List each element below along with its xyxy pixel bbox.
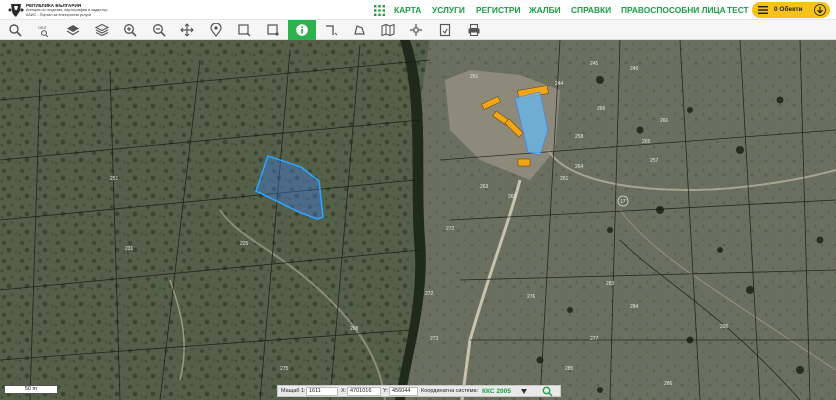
parcel-label: 225 xyxy=(240,241,249,247)
arrow-down-circle-icon xyxy=(814,4,826,16)
parcel-label: 251 xyxy=(470,74,479,80)
parcel-label: 257 xyxy=(650,158,659,164)
parcel-label: 262 xyxy=(508,194,517,200)
app-header: РЕПУБЛИКА БЪЛГАРИЯ Агенция по геодезия, … xyxy=(0,0,836,20)
zoom-in-icon xyxy=(124,24,137,37)
tool-export[interactable] xyxy=(431,20,459,40)
parcel-label: 208 xyxy=(350,326,359,332)
place-marker-icon xyxy=(210,23,222,37)
coordinate-system-select[interactable]: ККС 2005 xyxy=(482,386,511,397)
chevron-down-icon[interactable] xyxy=(521,389,527,394)
satellite-imagery: 245 246 244 251 266 260 258 265 257 264 … xyxy=(0,40,836,400)
coordinate-bar: Мащаб 1: 1611 X: 4701016 Y: 456044 Коорд… xyxy=(277,385,561,397)
tool-layers[interactable] xyxy=(59,20,87,40)
search-icon xyxy=(9,24,22,37)
parcel-label: 275 xyxy=(280,366,289,372)
tool-measure-area[interactable] xyxy=(345,20,373,40)
parcel-label: 245 xyxy=(590,61,599,67)
crosshair-icon xyxy=(410,24,422,36)
objects-count: 0 Обекти xyxy=(774,6,803,13)
nav-test[interactable]: ТЕСТ xyxy=(727,0,749,20)
base-layers-icon xyxy=(95,23,109,37)
map-toolbar: ОБЛ xyxy=(0,20,836,40)
select-polygon-icon xyxy=(267,24,279,36)
tool-base-layers[interactable] xyxy=(88,20,116,40)
parcel-label: 272 xyxy=(425,291,434,297)
scale-label: Мащаб 1: xyxy=(281,388,306,394)
parcel-label: 231 xyxy=(125,246,134,252)
pan-icon xyxy=(180,23,194,37)
parcel-label: 286 xyxy=(664,381,673,387)
x-coordinate-field[interactable]: 4701016 xyxy=(347,387,381,396)
coat-of-arms-icon xyxy=(8,4,24,17)
parcel-label: 244 xyxy=(555,81,564,87)
parcel-label: 263 xyxy=(480,184,489,190)
map-compare-icon xyxy=(381,23,395,37)
scale-bar-label: 50 m xyxy=(24,386,38,392)
svg-text:ОБЛ: ОБЛ xyxy=(38,25,47,30)
tool-select-rectangle[interactable] xyxy=(230,20,258,40)
zoom-out-icon xyxy=(153,24,166,37)
tool-zoom-out[interactable] xyxy=(145,20,173,40)
nav-map[interactable]: КАРТА xyxy=(394,0,421,20)
tool-select-polygon[interactable] xyxy=(259,20,287,40)
info-icon xyxy=(296,24,308,36)
y-coordinate-field[interactable]: 456044 xyxy=(389,387,418,396)
print-icon xyxy=(468,23,480,36)
tool-measure-distance[interactable] xyxy=(317,20,345,40)
y-label: Y: xyxy=(383,388,388,394)
parcel-label: 284 xyxy=(630,304,639,310)
parcel-label: 272 xyxy=(446,226,455,232)
layers-icon xyxy=(66,25,80,36)
tool-crosshair[interactable] xyxy=(402,20,430,40)
nav-complaints[interactable]: ЖАЛБИ xyxy=(529,0,561,20)
scale-bar: 50 m xyxy=(4,385,58,394)
search-icon[interactable] xyxy=(542,386,553,397)
nav-registers[interactable]: РЕГИСТРИ xyxy=(476,0,521,20)
parcel-label: 261 xyxy=(560,176,569,182)
x-label: X: xyxy=(341,388,347,394)
measure-distance-icon xyxy=(326,25,338,36)
parcel-label: 290 xyxy=(720,324,729,330)
tool-print[interactable] xyxy=(460,20,488,40)
apps-grid-icon[interactable] xyxy=(374,5,385,16)
nav-reports[interactable]: СПРАВКИ xyxy=(571,0,611,20)
parcel-label: 266 xyxy=(597,106,606,112)
nav-licensed-persons[interactable]: ПРАВОСПОСОБНИ ЛИЦА xyxy=(621,0,726,20)
nav-services[interactable]: УСЛУГИ xyxy=(432,0,465,20)
map-view[interactable]: 245 246 244 251 266 260 258 265 257 264 … xyxy=(0,40,836,400)
coordinate-system-label: Координатна система: xyxy=(421,388,479,394)
select-rectangle-icon xyxy=(238,24,251,37)
parcel-label: 277 xyxy=(590,336,599,342)
parcel-label: 273 xyxy=(430,336,439,342)
tool-pan[interactable] xyxy=(173,20,201,40)
export-icon xyxy=(439,23,451,37)
tool-zoom-to-extent[interactable]: ОБЛ xyxy=(30,20,58,40)
tool-info[interactable] xyxy=(288,20,316,40)
parcel-label: 17 xyxy=(620,199,626,205)
parcel-label: 251 xyxy=(110,176,119,182)
parcel-label: 264 xyxy=(575,164,584,170)
parcel-label: 246 xyxy=(630,66,639,72)
tool-place-marker[interactable] xyxy=(202,20,230,40)
parcel-label: 283 xyxy=(606,281,615,287)
parcel-label: 285 xyxy=(565,366,574,372)
parcel-label: 260 xyxy=(660,118,669,124)
logo-portal-name: КАИС - Портал за електронни услуги xyxy=(26,12,92,17)
tool-zoom-in[interactable] xyxy=(116,20,144,40)
parcel-label: 265 xyxy=(642,139,651,145)
tool-search[interactable] xyxy=(1,20,29,40)
logo-subtitle: Агенция по геодезия, картография и кадас… xyxy=(26,8,108,12)
parcel-label: 258 xyxy=(575,134,584,140)
menu-icon xyxy=(758,6,768,14)
tool-map-compare[interactable] xyxy=(374,20,402,40)
zoom-to-extent-icon: ОБЛ xyxy=(38,25,49,37)
scale-input[interactable]: 1611 xyxy=(306,387,338,396)
parcel-label: 276 xyxy=(527,294,536,300)
agency-logo[interactable]: РЕПУБЛИКА БЪЛГАРИЯ Агенция по геодезия, … xyxy=(8,2,108,18)
measure-area-icon xyxy=(354,25,365,35)
objects-button[interactable]: 0 Обекти xyxy=(752,2,830,18)
